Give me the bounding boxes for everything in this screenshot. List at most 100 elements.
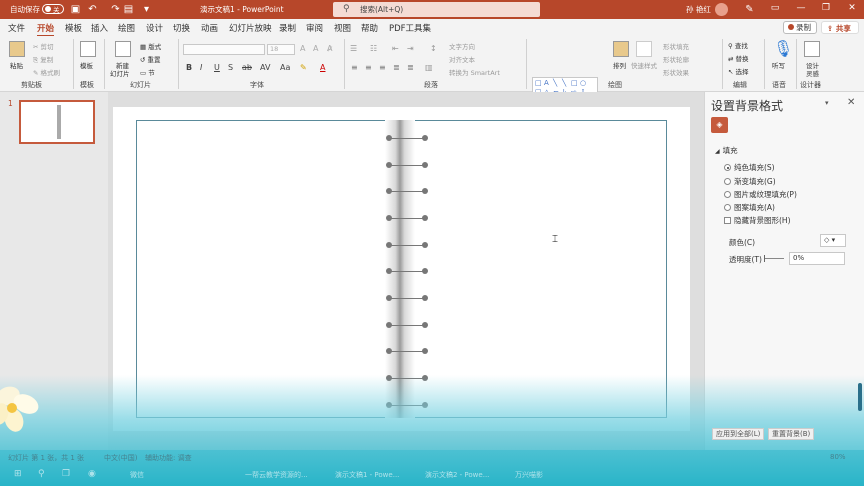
designer-icon[interactable] [804,41,820,57]
radio[interactable] [724,204,731,211]
align-text-button[interactable]: 对齐文本 [449,54,475,64]
shape-textbox-icon[interactable]: A [544,79,549,87]
arrange-button[interactable]: 排列 [613,60,626,70]
char-spacing-icon[interactable]: AV [260,63,270,72]
pane-options-icon[interactable]: ▾ [825,99,829,107]
save-icon[interactable]: ▣ [69,3,82,16]
zoom-level[interactable]: 80% [830,453,846,461]
numbering-icon[interactable]: ☷ [370,44,377,53]
template-button[interactable]: 模板 [80,60,93,70]
select-button[interactable]: ↖ 选择 [728,66,749,76]
bullets-icon[interactable]: ☰ [350,44,357,53]
italic-icon[interactable]: I [200,63,202,72]
align-center-icon[interactable]: ≡ [365,63,372,72]
pen-icon[interactable]: ✎ [743,3,756,16]
radio[interactable] [724,178,731,185]
hide-graphics-option[interactable]: 隐藏背景图形(H) [724,215,791,226]
slide-thumbnail[interactable] [19,100,95,144]
shape-line2-icon[interactable]: ╲ [562,79,566,87]
tab-home[interactable]: 开始 [37,22,55,37]
paste-icon[interactable] [9,41,25,57]
shape-outline-button[interactable]: 形状轮廓 [663,54,689,64]
font-size-combo[interactable]: 18 [267,44,295,55]
taskbar-app[interactable]: 演示文稿1 - Powe... [335,470,399,480]
tab-insert[interactable]: 插入 [91,22,108,34]
ribbon-display-icon[interactable]: ▭ [768,3,782,16]
cut-button[interactable]: ✂ 剪切 [33,41,54,51]
microphone-icon[interactable]: 🎙 [773,39,793,58]
highlight-icon[interactable]: ✎ [300,63,307,72]
task-view-icon[interactable]: ❐ [62,469,70,479]
tab-pdf-tools[interactable]: PDF工具集 [389,22,431,34]
shadow-icon[interactable]: S [228,63,233,72]
scroll-indicator[interactable] [858,383,862,411]
layout-button[interactable]: ▦ 版式 [140,41,161,51]
tab-draw[interactable]: 绘图 [118,22,135,34]
checkbox[interactable] [724,217,731,224]
shape-line-icon[interactable]: ╲ [553,79,557,87]
search-box[interactable]: ⚲ 搜索(Alt+Q) [333,2,540,17]
taskbar-app[interactable]: 微信 [130,470,144,480]
taskbar-search-icon[interactable]: ⚲ [38,469,45,479]
picture-fill-option[interactable]: 图片或纹理填充(P) [724,189,797,200]
copy-button[interactable]: ⎘ 复制 [33,54,53,65]
tab-template[interactable]: 模板 [65,22,82,34]
present-icon[interactable]: ▤ [122,3,135,16]
taskbar-app[interactable]: 一帮云教学资源的... [245,470,308,480]
format-painter-button[interactable]: ✎ 格式刷 [33,67,60,77]
bold-icon[interactable]: B [186,63,192,72]
replace-button[interactable]: ⇄ 替换 [728,53,749,63]
distribute-icon[interactable]: ≣ [407,63,414,72]
tab-design[interactable]: 设计 [146,22,163,34]
dictate-button[interactable]: 听写 [772,60,785,70]
windows-start-icon[interactable]: ⊞ [14,469,22,479]
increase-indent-icon[interactable]: ⇥ [407,44,414,53]
strikethrough-icon[interactable]: ab [242,63,252,72]
pane-close-icon[interactable]: ✕ [847,97,855,108]
smartart-button[interactable]: 转换为 SmartArt [449,67,500,77]
tab-transitions[interactable]: 切换 [173,22,190,34]
transparency-input[interactable]: 0% [789,252,845,265]
quick-styles-button[interactable]: 快速样式 [631,60,657,70]
designer-label-2[interactable]: 灵感 [806,68,819,78]
transparency-slider[interactable] [764,255,784,262]
paste-button[interactable]: 粘贴 [10,60,23,70]
decrease-indent-icon[interactable]: ⇤ [392,44,399,53]
solid-fill-option[interactable]: 纯色填充(S) [724,162,775,173]
font-name-combo[interactable] [183,44,265,55]
share-button[interactable]: ⇪ 共享 [821,21,859,34]
user-name[interactable]: 孙 艳红 [686,4,711,15]
font-color-icon[interactable]: A [320,63,325,72]
shape-rectangle-icon[interactable]: □ [535,79,542,87]
grow-font-icon[interactable]: A [300,44,305,53]
minimize-button[interactable]: — [794,3,808,16]
tab-record[interactable]: 录制 [279,22,296,34]
undo-icon[interactable]: ↶ [86,3,99,16]
text-direction-button[interactable]: 文字方向 [449,41,475,51]
tab-review[interactable]: 审阅 [306,22,323,34]
record-button[interactable]: 录制 [783,21,817,34]
clear-format-icon[interactable]: A̷ [327,44,332,53]
shape-fill-button[interactable]: 形状填充 [663,41,689,51]
columns-icon[interactable]: ▥ [425,63,433,72]
reset-button[interactable]: ↺ 重置 [140,54,161,64]
autosave-toggle[interactable]: 关 [42,4,64,14]
align-right-icon[interactable]: ≡ [379,63,386,72]
current-slide[interactable] [113,107,690,431]
taskbar-app[interactable]: 演示文稿2 - Powe... [425,470,489,480]
redo-icon[interactable]: ↷ [109,3,122,16]
avatar[interactable] [715,3,728,16]
new-slide-icon[interactable] [115,41,131,57]
color-picker-button[interactable]: ◇ ▾ [820,234,846,247]
tab-view[interactable]: 视图 [334,22,351,34]
gradient-fill-option[interactable]: 渐变填充(G) [724,176,776,187]
find-button[interactable]: ⚲ 查找 [728,40,748,50]
tab-slideshow[interactable]: 幻灯片放映 [229,22,272,34]
tab-help[interactable]: 帮助 [361,22,378,34]
shape-oval-icon[interactable]: ○ [580,79,586,87]
restore-button[interactable]: ❐ [819,3,833,16]
close-button[interactable]: ✕ [845,3,859,16]
quick-access-more-icon[interactable]: ▾ [140,3,153,16]
arrange-icon[interactable] [613,41,629,57]
tab-animations[interactable]: 动画 [201,22,218,34]
